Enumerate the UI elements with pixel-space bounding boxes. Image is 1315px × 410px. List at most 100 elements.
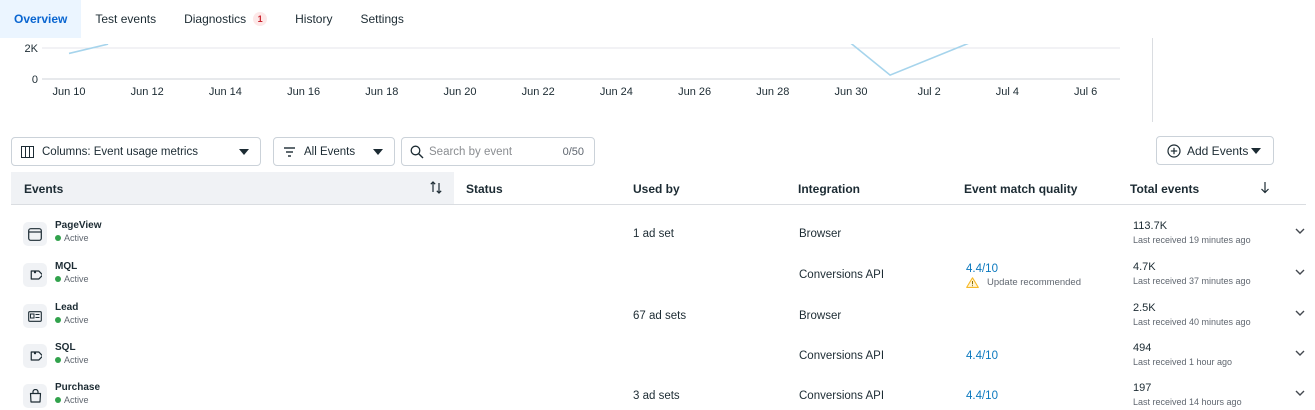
sort-icon[interactable] bbox=[430, 181, 442, 194]
plus-circle-icon bbox=[1167, 144, 1181, 158]
events-line-chart: 2K 0 Jun 10 Jun 12 Jun 14 Jun 16 Jun 18 Jun 20 J… bbox=[25, 43, 1120, 98]
tag-icon bbox=[23, 263, 47, 287]
tab-overview[interactable]: Overview bbox=[0, 0, 82, 38]
chevron-down-icon[interactable] bbox=[1295, 390, 1305, 397]
events-table-header: Events Status Used by Integration Event … bbox=[11, 172, 1306, 205]
total-events-cell: 494 bbox=[1133, 342, 1152, 354]
event-match-quality-score[interactable]: 4.4/10 bbox=[966, 263, 998, 275]
active-dot bbox=[55, 317, 61, 323]
event-match-quality-score[interactable]: 4.4/10 bbox=[966, 350, 998, 362]
diagnostics-badge: 1 bbox=[253, 12, 268, 26]
active-dot bbox=[55, 235, 61, 241]
header-status[interactable]: Status bbox=[466, 182, 503, 196]
integration-cell: Browser bbox=[799, 310, 842, 322]
used-by-cell[interactable]: 3 ad sets bbox=[633, 390, 680, 402]
x-tick-label: Jun 14 bbox=[209, 86, 242, 98]
tab-label: Settings bbox=[360, 12, 404, 26]
active-dot bbox=[55, 276, 61, 282]
event-match-quality-score[interactable]: 4.4/10 bbox=[966, 390, 998, 402]
chevron-down-icon bbox=[1251, 148, 1261, 154]
filter-icon bbox=[284, 147, 295, 157]
chevron-down-icon[interactable] bbox=[1295, 228, 1305, 235]
event-search[interactable]: 0/50 bbox=[401, 137, 595, 166]
x-tick-label: Jul 4 bbox=[996, 86, 1019, 98]
series-line bbox=[68, 44, 109, 55]
last-received-text: Last received 1 hour ago bbox=[1133, 357, 1233, 367]
event-name[interactable]: Lead bbox=[55, 302, 78, 313]
header-event-match-quality[interactable]: Event match quality bbox=[964, 182, 1077, 196]
last-received-text: Last received 37 minutes ago bbox=[1133, 276, 1251, 286]
chevron-down-icon[interactable] bbox=[1295, 310, 1305, 317]
header-total-events[interactable]: Total events bbox=[1130, 182, 1199, 196]
total-events-cell: 4.7K bbox=[1133, 261, 1156, 273]
x-tick-label: Jun 26 bbox=[678, 86, 711, 98]
status-badge: Active bbox=[55, 395, 89, 405]
status-text: Active bbox=[64, 233, 89, 243]
total-events-cell: 2.5K bbox=[1133, 302, 1156, 314]
tab-bar: Overview Test events Diagnostics 1 Histor… bbox=[0, 0, 418, 38]
events-filter-dropdown[interactable]: All Events bbox=[273, 137, 395, 166]
shopping-bag-icon bbox=[23, 384, 47, 408]
used-by-cell[interactable]: 1 ad set bbox=[633, 228, 674, 240]
event-name[interactable]: SQL bbox=[55, 342, 76, 353]
status-text: Active bbox=[64, 315, 89, 325]
integration-cell: Browser bbox=[799, 228, 842, 240]
emq-warning-text: Update recommended bbox=[987, 277, 1081, 288]
tab-test-events[interactable]: Test events bbox=[81, 0, 170, 38]
events-column-header[interactable] bbox=[11, 172, 454, 204]
status-badge: Active bbox=[55, 355, 89, 365]
status-text: Active bbox=[64, 274, 89, 284]
chart-divider bbox=[1152, 38, 1153, 122]
add-events-label: Add Events bbox=[1187, 143, 1249, 158]
filter-dropdown-label: All Events bbox=[304, 145, 356, 158]
search-char-counter: 0/50 bbox=[562, 146, 584, 158]
integration-cell: Conversions API bbox=[799, 350, 885, 362]
integration-cell: Conversions API bbox=[799, 269, 885, 281]
chevron-down-icon bbox=[373, 149, 383, 155]
header-used-by[interactable]: Used by bbox=[633, 182, 680, 196]
active-dot bbox=[55, 357, 61, 363]
table-toolbar: Columns: Event usage metrics All Events … bbox=[0, 137, 1315, 167]
tab-history[interactable]: History bbox=[281, 0, 346, 38]
status-badge: Active bbox=[55, 274, 89, 284]
table-row[interactable]: MQL Active Conversions API 4.4/10 Update… bbox=[11, 259, 1306, 299]
last-received-text: Last received 19 minutes ago bbox=[1133, 235, 1251, 245]
status-text: Active bbox=[64, 395, 89, 405]
last-received-text: Last received 14 hours ago bbox=[1133, 397, 1242, 407]
event-name[interactable]: MQL bbox=[55, 261, 77, 272]
total-events-cell: 197 bbox=[1133, 382, 1152, 394]
columns-dropdown[interactable]: Columns: Event usage metrics bbox=[11, 137, 261, 166]
event-name[interactable]: PageView bbox=[55, 220, 102, 231]
table-row[interactable]: Lead Active 67 ad sets Browser 2.5K Last… bbox=[11, 300, 1306, 340]
sort-descending-icon[interactable] bbox=[1260, 181, 1270, 194]
header-integration[interactable]: Integration bbox=[798, 182, 860, 196]
chevron-down-icon[interactable] bbox=[1295, 269, 1305, 276]
x-tick-label: Jun 20 bbox=[443, 86, 476, 98]
last-received-text: Last received 40 minutes ago bbox=[1133, 317, 1251, 327]
table-row[interactable]: PageView Active 1 ad set Browser 113.7K … bbox=[11, 218, 1306, 258]
y-tick-label: 0 bbox=[32, 74, 38, 86]
x-tick-label: Jun 16 bbox=[287, 86, 320, 98]
warning-icon bbox=[966, 277, 979, 288]
active-dot bbox=[55, 397, 61, 403]
event-name[interactable]: Purchase bbox=[55, 382, 100, 393]
columns-icon bbox=[21, 146, 34, 158]
x-tick-label: Jun 28 bbox=[756, 86, 789, 98]
tag-icon bbox=[23, 344, 47, 368]
x-tick-label: Jun 12 bbox=[131, 86, 164, 98]
columns-dropdown-label: Columns: Event usage metrics bbox=[42, 145, 198, 158]
add-events-button[interactable]: Add Events bbox=[1156, 136, 1274, 165]
chevron-down-icon[interactable] bbox=[1295, 350, 1305, 357]
table-row[interactable]: Purchase Active 3 ad sets Conversions AP… bbox=[11, 380, 1306, 410]
table-row[interactable]: SQL Active Conversions API 4.4/10 494 La… bbox=[11, 340, 1306, 380]
x-tick-label: Jul 2 bbox=[918, 86, 941, 98]
tab-settings[interactable]: Settings bbox=[346, 0, 417, 38]
x-tick-label: Jun 10 bbox=[52, 86, 85, 98]
id-card-icon bbox=[23, 304, 47, 328]
tab-diagnostics[interactable]: Diagnostics 1 bbox=[170, 0, 281, 38]
used-by-cell[interactable]: 67 ad sets bbox=[633, 310, 686, 322]
search-icon bbox=[410, 145, 424, 159]
search-input[interactable] bbox=[429, 145, 559, 158]
status-text: Active bbox=[64, 355, 89, 365]
x-tick-label: Jul 6 bbox=[1074, 86, 1097, 98]
